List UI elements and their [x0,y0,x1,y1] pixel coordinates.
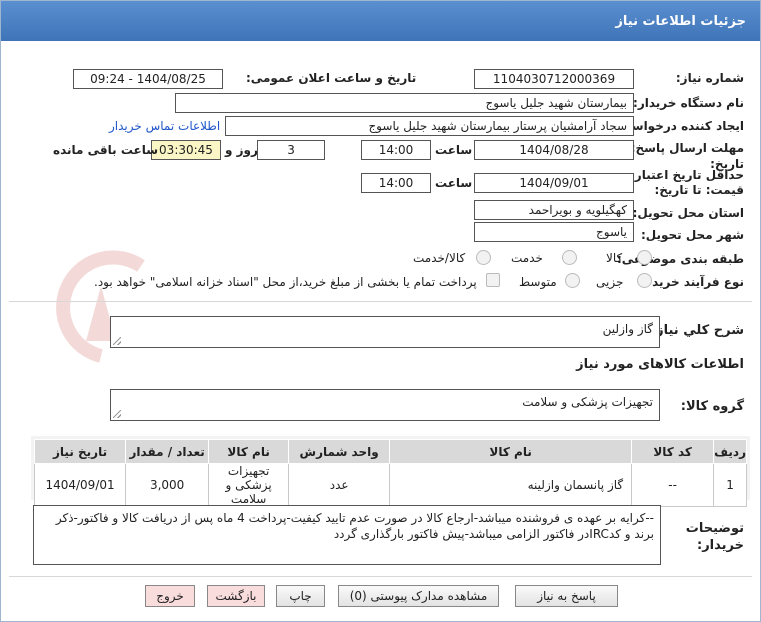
deadline-date-field[interactable]: 1404/08/28 [474,140,634,160]
validity-time-field[interactable]: 14:00 [361,173,431,193]
cell-row-number: 1 [713,463,747,507]
cell-group: تجهیزات پزشکی و سلامت [208,463,290,507]
validity-label-line1: حداقل تاریخ اعتبار [634,168,744,182]
need-number-label: شماره نیاز: [675,71,744,85]
col-header-row-number: ردیف [713,439,747,464]
goods-info-heading: اطلاعات کالاهای مورد نیاز [576,357,744,372]
creator-field[interactable]: سجاد آرامشیان پرستار بیمارستان شهید جلیل… [225,116,634,136]
process-option-medium: متوسط [519,275,557,289]
cell-code: -- [631,463,715,507]
goods-group-textarea[interactable]: تجهیزات پزشکی و سلامت [110,389,660,421]
announce-label: تاریخ و ساعت اعلان عمومی: [246,71,417,85]
category-label: طبقه بندی موضوعی: [616,252,744,266]
treasury-payment-text: پرداخت تمام یا بخشی از مبلغ خرید،از محل … [94,275,477,289]
goods-group-value: تجهیزات پزشکی و سلامت [522,395,653,409]
resize-grip-icon[interactable] [113,410,121,418]
description-textarea[interactable]: گاز وازلین [110,316,660,348]
category-radio-goods[interactable] [637,250,652,265]
col-header-group: نام کالا [208,439,290,464]
deadline-time-label: ساعت [435,143,473,157]
category-radio-service[interactable] [562,250,577,265]
col-header-code: کد کالا [631,439,715,464]
items-table: ردیف کد کالا نام کالا واحد شمارش نام کال… [33,439,747,507]
print-button[interactable]: چاپ [276,585,325,607]
exit-button[interactable]: خروج [145,585,195,607]
buyer-label: نام دستگاه خریدار: [633,96,744,110]
need-number-field[interactable]: 1104030712000369 [474,69,634,89]
cell-unit: عدد [288,463,391,507]
col-header-need-date: تاریخ نیاز [33,439,127,464]
resize-grip-icon[interactable] [113,337,121,345]
col-header-quantity: تعداد / مقدار [125,439,210,464]
description-value: گاز وازلین [602,322,653,336]
cell-quantity: 3,000 [125,463,210,507]
validity-time-label: ساعت [435,176,473,190]
back-button[interactable]: بازگشت [207,585,265,607]
deadline-label-line1: مهلت ارسال پاسخ: تا [617,141,745,155]
treasury-payment-checkbox[interactable] [486,273,500,287]
col-header-unit: واحد شمارش [288,439,391,464]
validity-date-field[interactable]: 1404/09/01 [474,173,634,193]
announce-field[interactable]: 1404/08/25 - 09:24 [73,69,223,89]
category-option-goods: کالا [606,251,623,265]
validity-label-line2: قیمت: تا تاریخ: [654,183,744,197]
category-option-service: خدمت [511,251,543,265]
buyer-notes-label-line1: توضیحات [685,521,744,536]
goods-group-label: گروه کالا: [680,399,744,414]
description-label: شرح كلي نياز: [650,323,744,338]
process-radio-minor[interactable] [637,273,652,288]
ariatender-watermark-icon [56,250,145,363]
reply-to-need-button[interactable]: پاسخ به نیاز [515,585,618,607]
time-remaining-label: ساعت باقی مانده [53,143,159,157]
province-field[interactable]: کهگیلویه و بویراحمد [474,200,634,220]
process-radio-medium[interactable] [565,273,580,288]
buyer-field[interactable]: بیمارستان شهید جلیل یاسوج [175,93,634,113]
time-remaining-field[interactable]: 03:30:45 [151,140,221,160]
category-option-goods-service: کالا/خدمت [413,251,466,265]
buyer-notes-label-line2: خریدار: [697,538,744,553]
buyer-notes-textarea[interactable]: --کرایه بر عهده ی فروشنده میباشد-ارجاع ک… [33,505,661,565]
window-title: جزئیات اطلاعات نیاز [615,13,746,29]
deadline-time-field[interactable]: 14:00 [361,140,431,160]
need-details-window: جزئیات اطلاعات نیاز شماره نیاز: 11040307… [0,0,761,622]
cell-name: گاز پانسمان وازلینه [389,463,633,507]
process-option-minor: جزیی [596,275,624,289]
table-row[interactable]: 1 -- گاز پانسمان وازلینه عدد تجهیزات پزش… [33,463,747,507]
buyer-notes-value: --کرایه بر عهده ی فروشنده میباشد-ارجاع ک… [55,511,654,541]
days-label: روز و [225,143,258,157]
cell-need-date: 1404/09/01 [33,463,127,507]
days-remaining-field[interactable]: 3 [257,140,325,160]
window-titlebar: جزئیات اطلاعات نیاز [1,1,760,41]
section-divider [9,301,752,302]
buyer-contact-link[interactable]: اطلاعات تماس خریدار [109,119,220,133]
city-field[interactable]: یاسوج [474,222,634,242]
view-attachments-button[interactable]: مشاهده مدارک پیوستی (0) [338,585,499,607]
col-header-name: نام کالا [389,439,633,464]
category-radio-goods-service[interactable] [476,250,491,265]
province-label: استان محل تحویل: [632,206,744,220]
footer-divider [9,576,752,577]
city-label: شهر محل تحویل: [640,228,744,242]
table-header-row: ردیف کد کالا نام کالا واحد شمارش نام کال… [33,439,747,464]
process-type-label: نوع فرآیند خرید : [643,275,744,289]
